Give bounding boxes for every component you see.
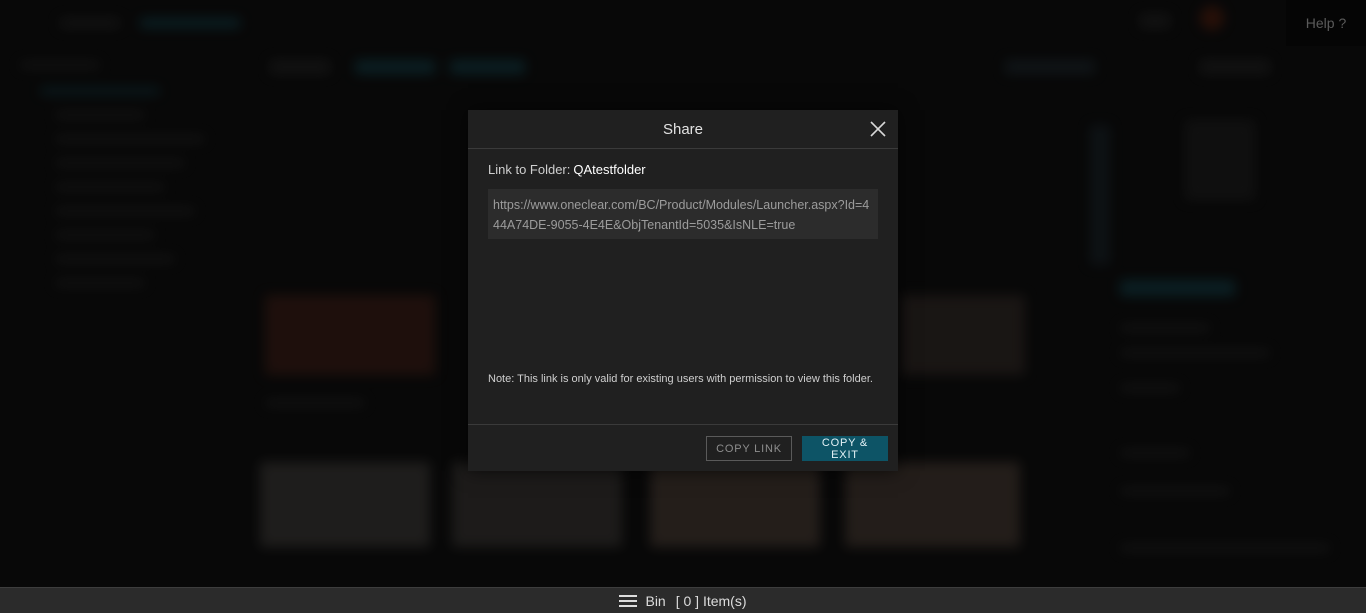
link-label: Link to Folder: QAtestfolder bbox=[488, 162, 646, 177]
share-url-field[interactable]: https://www.oneclear.com/BC/Product/Modu… bbox=[488, 189, 878, 239]
dialog-title: Share bbox=[662, 120, 704, 138]
share-note: Note: This link is only valid for existi… bbox=[488, 373, 873, 385]
copy-link-button[interactable]: COPY LINK bbox=[706, 436, 792, 461]
dialog-header: Share bbox=[468, 110, 898, 149]
bin-item-count: [ 0 ] Item(s) bbox=[675, 592, 747, 609]
link-prefix: Link to Folder: bbox=[488, 162, 571, 177]
dialog-footer: COPY LINK COPY & EXIT bbox=[468, 424, 898, 471]
close-button[interactable] bbox=[868, 119, 888, 139]
bin-toggle[interactable]: Bin [ 0 ] Item(s) bbox=[619, 592, 747, 609]
copy-and-exit-button[interactable]: COPY & EXIT bbox=[802, 436, 888, 461]
bin-bar: Bin [ 0 ] Item(s) bbox=[0, 587, 1366, 613]
hamburger-menu-icon bbox=[619, 594, 638, 607]
bin-label: Bin bbox=[645, 592, 666, 609]
folder-name: QAtestfolder bbox=[573, 162, 646, 177]
close-icon bbox=[870, 121, 886, 137]
help-button[interactable]: Help ? bbox=[1286, 0, 1366, 46]
share-dialog: Share Link to Folder: QAtestfolder https:… bbox=[468, 110, 898, 471]
